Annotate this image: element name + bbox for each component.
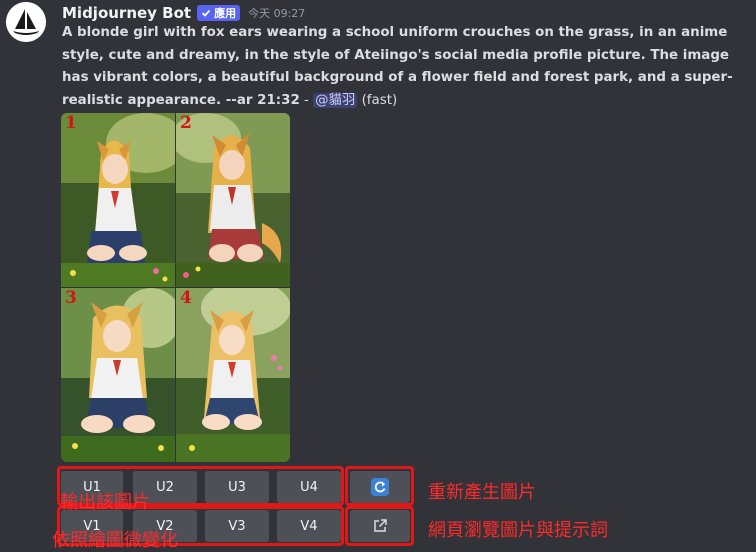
app-badge-label: 應用 (214, 7, 237, 20)
web-highlight-box (345, 506, 414, 546)
message-content: A blonde girl with fox ears wearing a sc… (62, 22, 752, 112)
sailboat-logo-icon (6, 2, 46, 42)
variation-annotation: 依照繪圖微變化 (52, 530, 178, 551)
timestamp: 今天 09:27 (248, 7, 306, 20)
tile-number: 4 (180, 288, 192, 308)
avatar[interactable] (6, 2, 46, 42)
anime-girl-image (176, 288, 290, 462)
user-mention[interactable]: @貓羽 (313, 92, 358, 108)
app-badge: 應用 (197, 5, 241, 21)
checkmark-icon (201, 9, 211, 17)
separator: - (299, 92, 314, 108)
image-tile-3[interactable]: 3 (61, 288, 175, 462)
reroll-annotation: 重新產生圖片 (428, 482, 536, 503)
tile-number: 3 (65, 288, 77, 308)
web-annotation: 網頁瀏覽圖片與提示詞 (428, 520, 608, 541)
tile-number: 1 (65, 113, 77, 133)
image-tile-4[interactable]: 4 (176, 288, 290, 462)
anime-girl-image (61, 113, 175, 287)
image-grid[interactable]: 1 2 3 4 (61, 113, 290, 462)
reroll-highlight-box (345, 466, 414, 506)
message-header: Midjourney Bot 應用 今天 09:27 (62, 3, 305, 23)
speed-label: (fast) (357, 92, 398, 108)
author-name[interactable]: Midjourney Bot (62, 4, 191, 22)
prompt-text: A blonde girl with fox ears wearing a sc… (62, 25, 733, 108)
anime-girl-image (61, 288, 175, 462)
image-tile-1[interactable]: 1 (61, 113, 175, 287)
image-tile-2[interactable]: 2 (176, 113, 290, 287)
upscale-annotation: 輸出該圖片 (60, 492, 150, 513)
anime-girl-image (176, 113, 290, 287)
tile-number: 2 (180, 113, 192, 133)
